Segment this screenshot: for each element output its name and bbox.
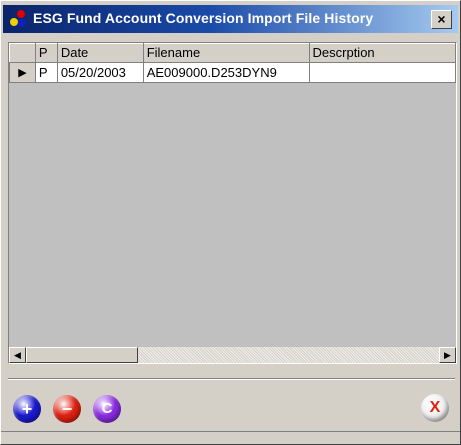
close-button[interactable]: × [431, 10, 452, 29]
app-icon [10, 10, 32, 30]
delete-button[interactable]: − [53, 395, 81, 423]
toolbar-divider [8, 378, 455, 380]
current-row-indicator-icon: ▶ [9, 62, 36, 83]
table-row[interactable]: ▶ P 05/20/2003 AE009000.D253DYN9 [9, 62, 456, 83]
table-header-row: P Date Filename Descrption [9, 43, 456, 63]
column-header-description[interactable]: Descrption [308, 43, 456, 63]
window-title: ESG Fund Account Conversion Import File … [33, 10, 374, 26]
scroll-thumb[interactable] [26, 347, 138, 363]
column-header-date[interactable]: Date [56, 43, 144, 63]
c-button[interactable]: C [93, 395, 121, 423]
title-bar[interactable]: ESG Fund Account Conversion Import File … [3, 5, 458, 33]
window-bottom-edge [1, 431, 460, 432]
exit-button[interactable]: X [421, 394, 449, 422]
add-button[interactable]: + [13, 395, 41, 423]
import-history-window: ESG Fund Account Conversion Import File … [0, 0, 461, 445]
column-header-p[interactable]: P [34, 43, 58, 63]
row-indicator-header [9, 43, 36, 63]
cell-p[interactable]: P [34, 62, 58, 83]
column-header-filename[interactable]: Filename [142, 43, 310, 63]
cell-date[interactable]: 05/20/2003 [56, 62, 144, 83]
cell-description[interactable] [308, 62, 456, 83]
horizontal-scrollbar[interactable]: ◀ ▶ [9, 347, 456, 363]
scroll-right-button[interactable]: ▶ [439, 347, 456, 363]
history-grid[interactable]: P Date Filename Descrption ▶ P 05/20/200… [8, 42, 457, 364]
history-table: P Date Filename Descrption ▶ P 05/20/200… [9, 43, 456, 83]
cell-filename[interactable]: AE009000.D253DYN9 [142, 62, 310, 83]
scroll-left-button[interactable]: ◀ [9, 347, 26, 363]
